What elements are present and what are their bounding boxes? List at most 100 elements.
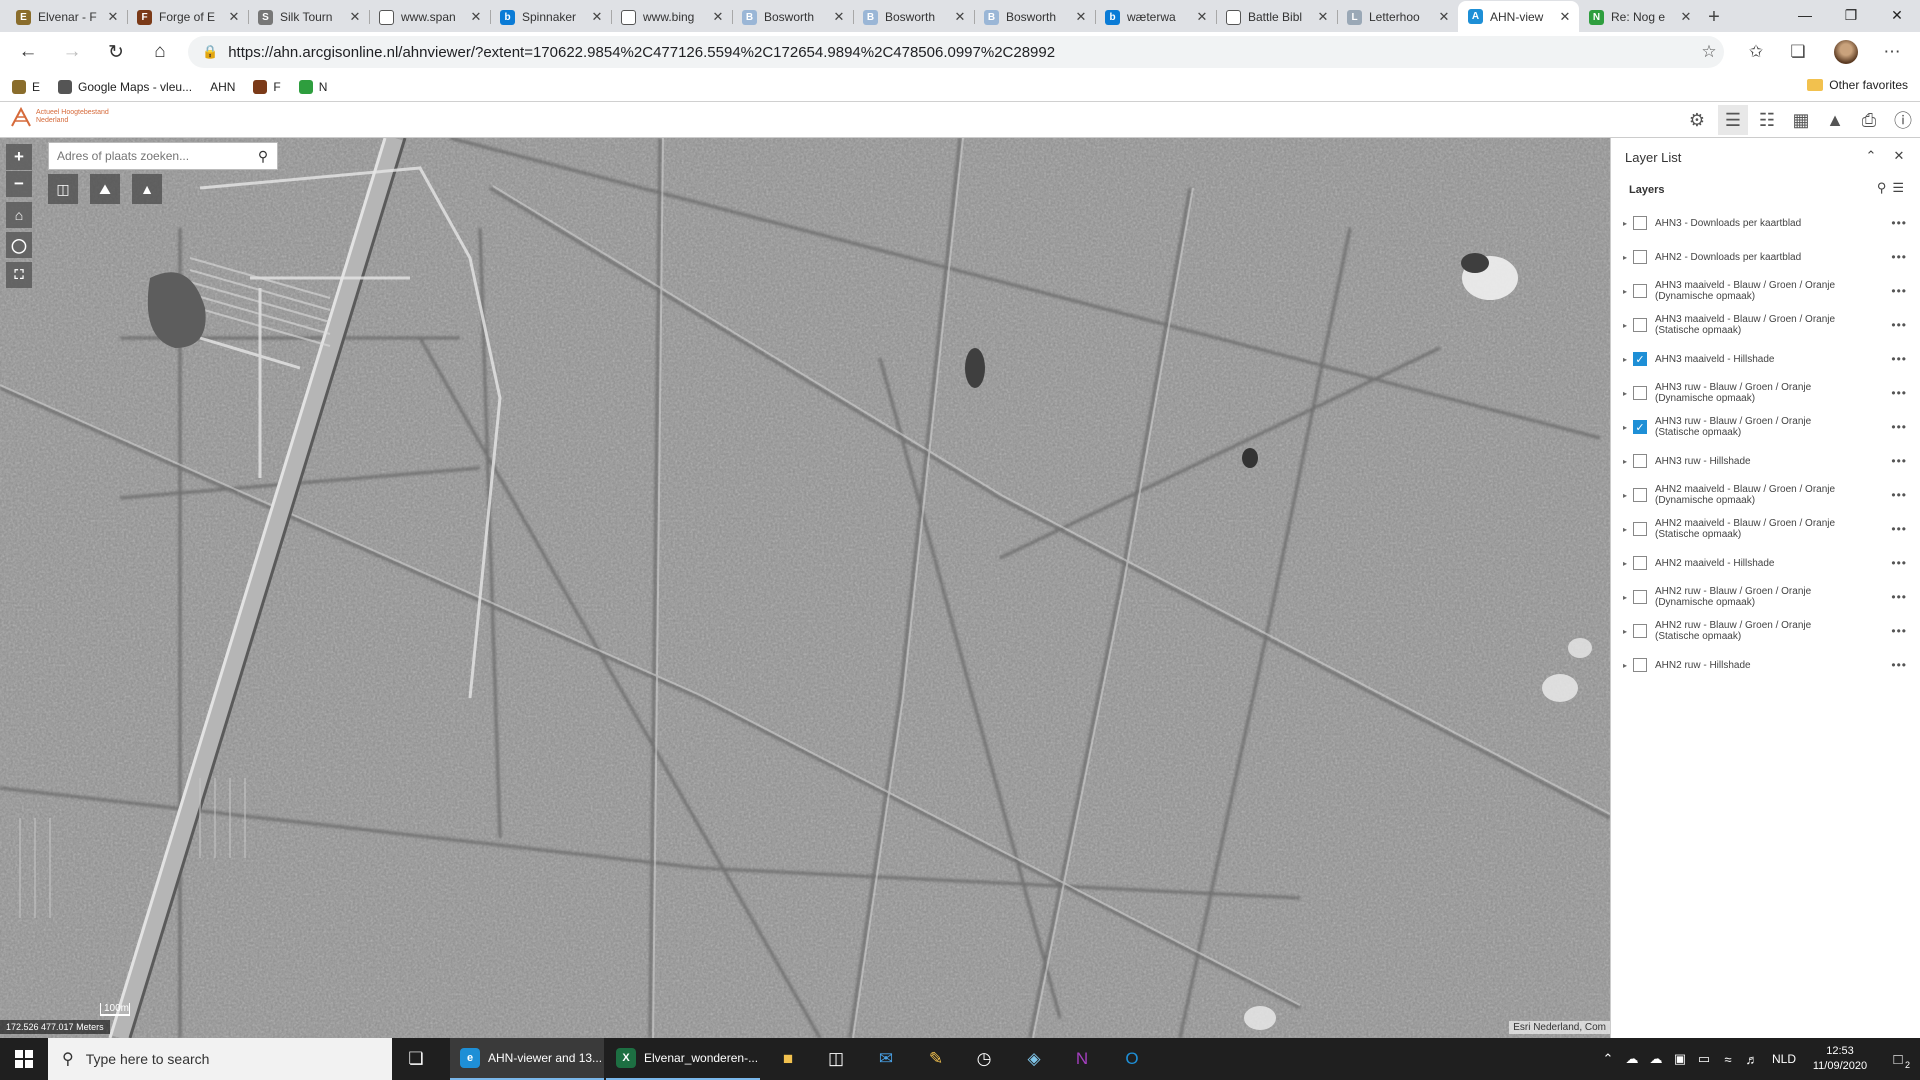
expand-layer-icon[interactable]: ▸ — [1623, 389, 1633, 398]
favorite-star-icon[interactable]: ☆ — [1694, 42, 1724, 62]
url-field[interactable]: 🔒 https://ahn.arcgisonline.nl/ahnviewer/… — [188, 36, 1724, 68]
tab-close-icon[interactable]: ✕ — [1678, 9, 1694, 25]
profile-avatar[interactable] — [1830, 36, 1862, 68]
layer-item[interactable]: ▸ AHN3 - Downloads per kaartblad ••• — [1623, 206, 1913, 240]
browser-tab[interactable]: B Bosworth ✕ — [732, 2, 853, 32]
layer-menu-icon[interactable]: ••• — [1891, 352, 1907, 366]
elevation-tool-icon[interactable]: ▲ — [132, 174, 162, 204]
minimize-button[interactable]: — — [1782, 0, 1828, 30]
layer-menu-icon[interactable]: ••• — [1891, 556, 1907, 570]
layer-menu-icon[interactable]: ••• — [1891, 216, 1907, 230]
sticky-notes-icon[interactable]: ✎ — [912, 1038, 960, 1080]
notification-center-icon[interactable]: □ 2 — [1876, 1051, 1920, 1070]
browser-tab[interactable]: b Spinnaker ✕ — [490, 2, 611, 32]
home-button[interactable]: ⌂ — [142, 36, 178, 68]
print-icon[interactable]: ⎙ — [1854, 105, 1884, 135]
layer-item[interactable]: ▸ AHN2 ruw - Hillshade ••• — [1623, 648, 1913, 682]
locate-icon[interactable]: ◯ — [6, 232, 32, 258]
layer-checkbox[interactable] — [1633, 658, 1647, 672]
layer-menu-icon[interactable]: ••• — [1891, 420, 1907, 434]
layer-checkbox[interactable] — [1633, 590, 1647, 604]
tab-close-icon[interactable]: ✕ — [1436, 9, 1452, 25]
browser-tab[interactable]: B Bosworth ✕ — [853, 2, 974, 32]
browser-tab[interactable]: B Bosworth ✕ — [974, 2, 1095, 32]
info-icon[interactable]: ⓘ — [1888, 105, 1918, 135]
layer-menu-icon[interactable]: ••• — [1891, 488, 1907, 502]
layer-menu-icon[interactable]: ••• — [1891, 284, 1907, 298]
forward-button[interactable]: → — [54, 36, 90, 68]
tab-close-icon[interactable]: ✕ — [589, 9, 605, 25]
volume-icon[interactable]: ♬ — [1740, 1052, 1764, 1067]
layer-checkbox[interactable] — [1633, 522, 1647, 536]
expand-layer-icon[interactable]: ▸ — [1623, 287, 1633, 296]
layer-checkbox[interactable] — [1633, 284, 1647, 298]
layer-item[interactable]: ▸ AHN2 - Downloads per kaartblad ••• — [1623, 240, 1913, 274]
basemap-grid-icon[interactable]: ▦ — [1786, 105, 1816, 135]
layer-item[interactable]: ▸ AHN3 ruw - Hillshade ••• — [1623, 444, 1913, 478]
expand-layer-icon[interactable]: ▸ — [1623, 457, 1633, 466]
measure-tool-icon[interactable]: ⚙ — [1682, 105, 1712, 135]
close-panel-icon[interactable]: ✕ — [1890, 148, 1908, 166]
collapse-panel-icon[interactable]: ⌃ — [1862, 148, 1880, 166]
taskbar-search[interactable]: ⚲ Type here to search — [48, 1038, 392, 1080]
tab-close-icon[interactable]: ✕ — [831, 9, 847, 25]
layer-checkbox[interactable] — [1633, 386, 1647, 400]
layer-options-icon[interactable]: ☰ — [1892, 180, 1904, 196]
close-window-button[interactable]: ✕ — [1874, 0, 1920, 30]
expand-layer-icon[interactable]: ▸ — [1623, 627, 1633, 636]
favorite-item[interactable]: AHN — [210, 80, 235, 94]
mail-icon[interactable]: ✉ — [862, 1038, 910, 1080]
layer-item[interactable]: ▸ AHN3 maaiveld - Blauw / Groen / Oranje … — [1623, 274, 1913, 308]
compare-tool-icon[interactable]: ◫ — [48, 174, 78, 204]
search-icon[interactable]: ⚲ — [249, 148, 277, 165]
profile-tool-icon[interactable]: ⛰ — [90, 174, 120, 204]
tab-close-icon[interactable]: ✕ — [1073, 9, 1089, 25]
address-search-input[interactable] — [49, 143, 249, 169]
layer-checkbox[interactable]: ✓ — [1633, 420, 1647, 434]
onedrive-personal-icon[interactable]: ☁ — [1644, 1051, 1668, 1067]
clock[interactable]: 12:53 11/09/2020 — [1804, 1044, 1876, 1074]
expand-layer-icon[interactable]: ▸ — [1623, 593, 1633, 602]
expand-layer-icon[interactable]: ▸ — [1623, 423, 1633, 432]
layer-checkbox[interactable] — [1633, 216, 1647, 230]
wifi-icon[interactable]: ≈ — [1716, 1052, 1740, 1067]
tab-close-icon[interactable]: ✕ — [226, 9, 242, 25]
browser-tab[interactable]: F Forge of E ✕ — [127, 2, 248, 32]
expand-layer-icon[interactable]: ▸ — [1623, 355, 1633, 364]
tab-close-icon[interactable]: ✕ — [468, 9, 484, 25]
browser-tab[interactable]: N Re: Nog e ✕ — [1579, 2, 1700, 32]
expand-layer-icon[interactable]: ▸ — [1623, 253, 1633, 262]
tab-close-icon[interactable]: ✕ — [1194, 9, 1210, 25]
zoom-in-button[interactable]: + — [6, 144, 32, 170]
expand-layer-icon[interactable]: ▸ — [1623, 219, 1633, 228]
network-adapter-icon[interactable]: ▣ — [1668, 1051, 1692, 1067]
favorites-icon[interactable]: ✩ — [1740, 36, 1772, 68]
layer-checkbox[interactable] — [1633, 488, 1647, 502]
layer-checkbox[interactable] — [1633, 318, 1647, 332]
education-icon[interactable]: ▲ — [1820, 105, 1850, 135]
tab-close-icon[interactable]: ✕ — [710, 9, 726, 25]
back-button[interactable]: ← — [10, 36, 46, 68]
tab-close-icon[interactable]: ✕ — [952, 9, 968, 25]
search-layers-icon[interactable]: ⚲ — [1877, 180, 1887, 196]
layer-menu-icon[interactable]: ••• — [1891, 590, 1907, 604]
browser-tab[interactable]: L Letterhoo ✕ — [1337, 2, 1458, 32]
layer-menu-icon[interactable]: ••• — [1891, 624, 1907, 638]
battery-icon[interactable]: ▭ — [1692, 1051, 1716, 1067]
store-icon[interactable]: ◫ — [812, 1038, 860, 1080]
layer-checkbox[interactable] — [1633, 556, 1647, 570]
layer-item[interactable]: ▸ ✓ AHN3 maaiveld - Hillshade ••• — [1623, 342, 1913, 376]
layer-menu-icon[interactable]: ••• — [1891, 250, 1907, 264]
map-view[interactable]: + − ⌂ ◯ ⛶ ⚲ ◫ ⛰ ▲ 100m 172.526 477.017 M… — [0, 138, 1610, 1038]
favorite-item[interactable]: E — [12, 79, 40, 94]
layer-item[interactable]: ▸ AHN3 maaiveld - Blauw / Groen / Oranje … — [1623, 308, 1913, 342]
tab-close-icon[interactable]: ✕ — [347, 9, 363, 25]
hillshade-map[interactable] — [0, 138, 1610, 1038]
layer-menu-icon[interactable]: ••• — [1891, 454, 1907, 468]
tab-close-icon[interactable]: ✕ — [1315, 9, 1331, 25]
other-favorites[interactable]: Other favorites — [1807, 78, 1908, 92]
new-tab-button[interactable]: + — [1700, 2, 1728, 32]
onedrive-icon[interactable]: ☁ — [1620, 1051, 1644, 1067]
legend-list-icon[interactable]: ☷ — [1752, 105, 1782, 135]
favorite-item[interactable]: Google Maps - vleu... — [58, 79, 192, 94]
